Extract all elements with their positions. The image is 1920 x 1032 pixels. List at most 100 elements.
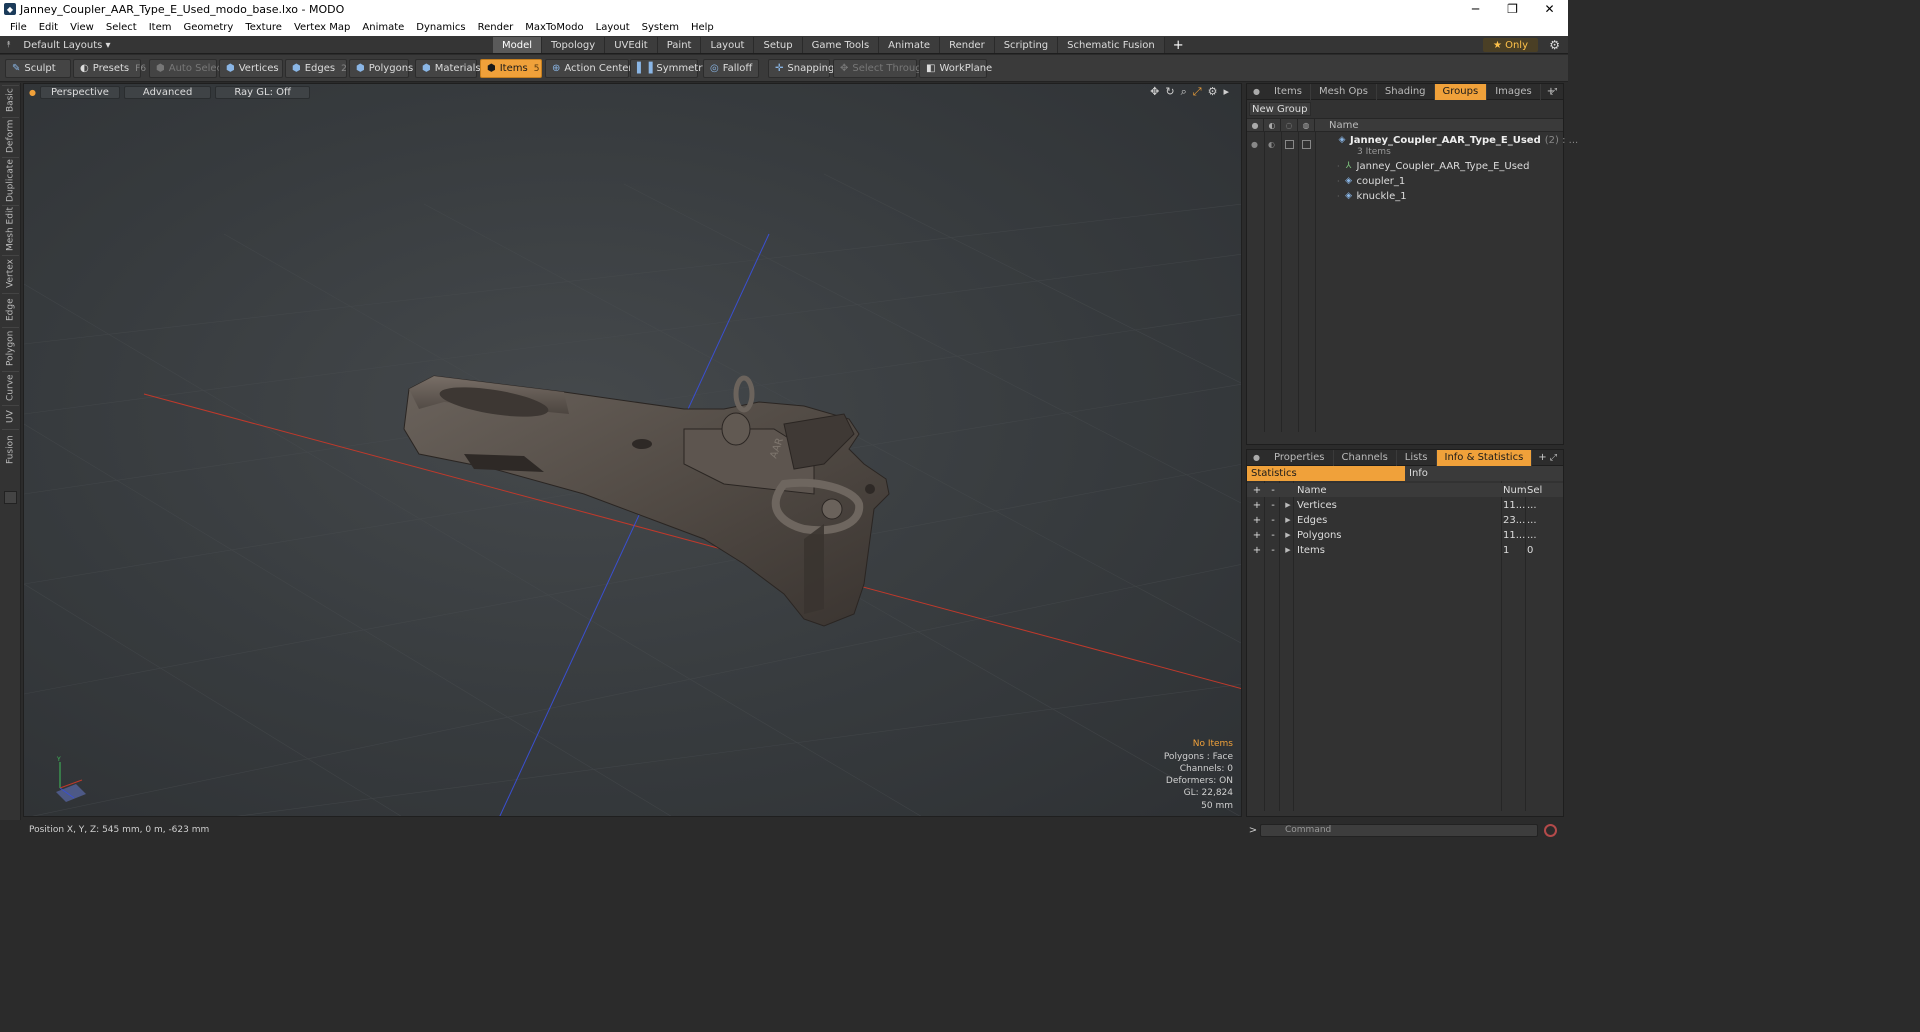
menu-maxtomodo[interactable]: MaxToModo: [525, 22, 583, 33]
edges-button[interactable]: ⬢ Edges 2: [285, 59, 347, 78]
layout-selector[interactable]: ⯭ Default Layouts ▾: [6, 36, 111, 54]
remove-icon[interactable]: -: [1267, 515, 1279, 526]
workplane-button[interactable]: ◧ WorkPlane: [919, 59, 992, 78]
tab-schematic-fusion[interactable]: Schematic Fusion: [1058, 37, 1165, 53]
tab-mesh-ops[interactable]: Mesh Ops: [1311, 83, 1377, 100]
maximize-button[interactable]: ❐: [1494, 0, 1531, 18]
info-subtab[interactable]: Info: [1405, 466, 1563, 481]
symmetry-button[interactable]: ▌▐ Symmetry: [630, 59, 708, 78]
vertices-button[interactable]: ⬢Vertices1: [219, 59, 290, 78]
tab-lists[interactable]: Lists: [1397, 449, 1437, 466]
statistics-subtab[interactable]: Statistics: [1247, 466, 1405, 481]
menu-edit[interactable]: Edit: [39, 22, 58, 33]
materials-button[interactable]: ⬢ Materials: [415, 59, 481, 78]
sculpt-button[interactable]: ✎ Sculpt: [5, 59, 71, 78]
menu-view[interactable]: View: [70, 22, 94, 33]
tab-channels[interactable]: Channels: [1334, 449, 1397, 466]
render-icon[interactable]: ◐: [1264, 118, 1281, 132]
collapse-all-button[interactable]: -: [1267, 485, 1279, 496]
menu-file[interactable]: File: [10, 22, 27, 33]
tool-palette-toggle[interactable]: [4, 491, 17, 504]
left-tab-basic[interactable]: Basic: [2, 85, 19, 115]
new-group-button[interactable]: New Group: [1249, 102, 1311, 116]
left-tab-edge[interactable]: Edge: [2, 293, 19, 325]
group-visibility-eye-icon[interactable]: ●: [1251, 140, 1258, 149]
add-icon[interactable]: +: [1251, 530, 1263, 541]
tab-model[interactable]: Model: [493, 37, 543, 53]
viewport-expand-icon[interactable]: ▸: [1223, 85, 1229, 99]
fit-icon[interactable]: ⤢: [1193, 85, 1202, 99]
expand-triangle-icon[interactable]: ▶: [1282, 531, 1294, 539]
panel-menu-dot-icon[interactable]: ●: [1247, 87, 1266, 96]
close-button[interactable]: ✕: [1531, 0, 1568, 18]
stats-row-items[interactable]: + - ▶ Items 1 0: [1247, 543, 1563, 557]
tab-topology[interactable]: Topology: [542, 37, 606, 53]
add-icon[interactable]: +: [1251, 515, 1263, 526]
minimize-button[interactable]: ─: [1457, 0, 1494, 18]
group-child-row[interactable]: · ◈ coupler_1: [1337, 174, 1405, 188]
tab-game-tools[interactable]: Game Tools: [802, 37, 880, 53]
expand-triangle-icon[interactable]: ▶: [1282, 516, 1294, 524]
select-icon[interactable]: ◍: [1298, 118, 1315, 132]
left-tab-deform[interactable]: Deform: [2, 117, 19, 155]
collapse-arrow-icon[interactable]: ⯭: [6, 40, 11, 50]
group-lock-checkbox[interactable]: [1285, 140, 1294, 149]
group-render-icon[interactable]: ◐: [1268, 140, 1275, 149]
left-tab-polygon[interactable]: Polygon: [2, 327, 19, 369]
viewport-scene[interactable]: AAR: [24, 84, 1242, 817]
left-tab-vertex[interactable]: Vertex: [2, 255, 19, 291]
menu-vertex-map[interactable]: Vertex Map: [294, 22, 350, 33]
left-tab-fusion[interactable]: Fusion: [2, 429, 19, 469]
menu-animate[interactable]: Animate: [362, 22, 404, 33]
zoom-icon[interactable]: ⌕: [1181, 85, 1187, 99]
menu-layout[interactable]: Layout: [596, 22, 630, 33]
snapping-button[interactable]: ✛ Snapping: [768, 59, 834, 78]
menu-geometry[interactable]: Geometry: [183, 22, 233, 33]
left-tab-uv[interactable]: UV: [2, 405, 19, 427]
only-button[interactable]: ★ Only: [1482, 38, 1538, 52]
group-child-row[interactable]: · ◈ knuckle_1: [1337, 189, 1407, 203]
left-tab-duplicate[interactable]: Duplicate: [2, 157, 19, 203]
expand-all-button[interactable]: +: [1251, 485, 1263, 496]
menu-texture[interactable]: Texture: [245, 22, 282, 33]
group-child-row[interactable]: · ⅄ Janney_Coupler_AAR_Type_E_Used: [1337, 159, 1529, 173]
record-macro-icon[interactable]: [1544, 823, 1557, 837]
expand-panel-icon[interactable]: ⤢: [1550, 453, 1557, 463]
tab-scripting[interactable]: Scripting: [994, 37, 1059, 53]
command-input[interactable]: Command: [1260, 823, 1538, 837]
viewport-settings-icon[interactable]: ⚙: [1208, 85, 1218, 99]
auto-select-button[interactable]: ⬢ Auto Select: [149, 59, 226, 78]
tab-render[interactable]: Render: [940, 37, 995, 53]
pan-icon[interactable]: ✥: [1150, 85, 1159, 99]
raygl-button[interactable]: Ray GL: Off: [215, 85, 310, 99]
tab-uvedit[interactable]: UVEdit: [605, 37, 658, 53]
tab-paint[interactable]: Paint: [657, 37, 702, 53]
3d-viewport[interactable]: AAR ● Perspective Advanced Ray GL: Off ✥…: [23, 83, 1242, 817]
presets-button[interactable]: ◐ Presets F6: [73, 59, 146, 78]
add-icon[interactable]: +: [1251, 500, 1263, 511]
coupler-model[interactable]: AAR: [403, 375, 890, 627]
tab-groups[interactable]: Groups: [1434, 83, 1488, 100]
tab-animate[interactable]: Animate: [879, 37, 941, 53]
rotate-icon[interactable]: ↻: [1165, 85, 1174, 99]
group-select-checkbox[interactable]: [1302, 140, 1311, 149]
advanced-button[interactable]: Advanced: [123, 85, 212, 99]
tab-items[interactable]: Items: [1266, 83, 1311, 100]
select-through-button[interactable]: ✥ Select Through: [833, 59, 928, 78]
left-tab-curve[interactable]: Curve: [2, 371, 19, 403]
polygons-button[interactable]: ⬢ Polygons: [349, 59, 413, 78]
gear-icon[interactable]: ⚙: [1549, 38, 1560, 52]
menu-render[interactable]: Render: [478, 22, 514, 33]
lock-icon[interactable]: ◌: [1281, 118, 1298, 132]
tab-shading[interactable]: Shading: [1377, 83, 1435, 100]
tab-setup[interactable]: Setup: [754, 37, 803, 53]
menu-dynamics[interactable]: Dynamics: [416, 22, 465, 33]
tab-properties[interactable]: Properties: [1266, 449, 1334, 466]
items-button[interactable]: ⬢ Items 5: [480, 59, 542, 78]
stats-row-polygons[interactable]: + - ▶ Polygons 11... ...: [1247, 528, 1563, 542]
remove-icon[interactable]: -: [1267, 545, 1279, 556]
menu-item[interactable]: Item: [149, 22, 172, 33]
stats-row-vertices[interactable]: + - ▶ Vertices 11... ...: [1247, 498, 1563, 512]
tab-info-statistics[interactable]: Info & Statistics: [1436, 449, 1533, 466]
menu-select[interactable]: Select: [106, 22, 137, 33]
